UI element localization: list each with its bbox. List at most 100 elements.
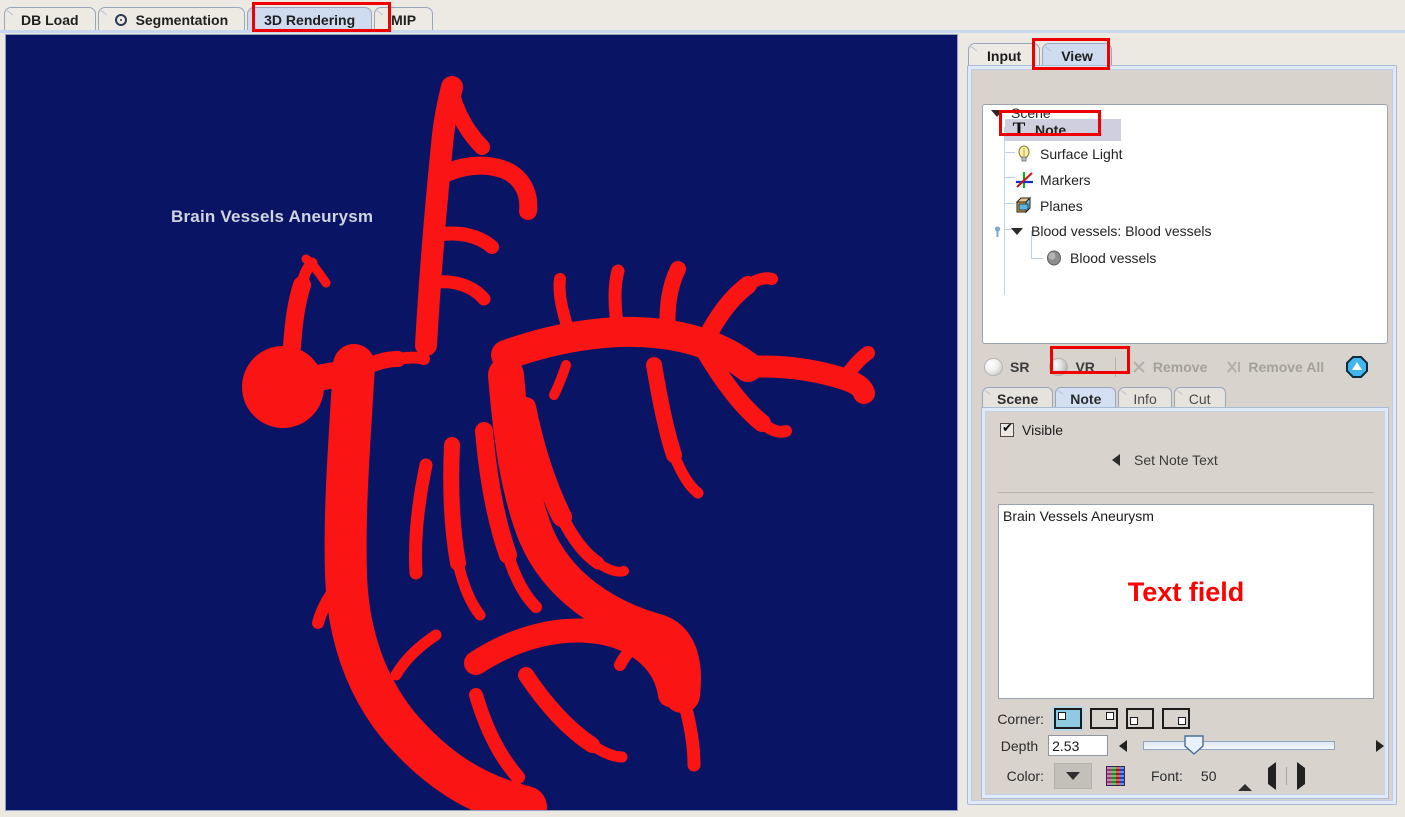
visible-checkbox[interactable]: [1000, 421, 1014, 437]
depth-slider-track: [1142, 741, 1335, 750]
tree-item-planes-label: Planes: [1040, 198, 1083, 214]
tree-line: [1031, 258, 1043, 259]
tree-item-planes[interactable]: Planes: [1015, 196, 1083, 215]
color-font-row: Color: Font: 50: [986, 762, 1386, 791]
remove-all-label: Remove All: [1248, 359, 1325, 375]
export-button[interactable]: [1346, 356, 1368, 378]
close-icon: [1132, 360, 1146, 374]
tab-corner-nub: [1038, 45, 1052, 59]
render-viewport[interactable]: Brain Vessels Aneurysm: [5, 34, 958, 811]
tab-segmentation[interactable]: Segmentation: [93, 7, 246, 32]
tree-line: [1004, 177, 1015, 178]
tree-item-markers[interactable]: Markers: [1015, 171, 1091, 189]
set-note-text-button[interactable]: Set Note Text: [1112, 452, 1218, 468]
tab-segmentation-label: Segmentation: [135, 12, 229, 28]
tree-item-surface-light[interactable]: Surface Light: [1015, 145, 1123, 163]
tab-strip-underline: [0, 30, 1405, 33]
tab-3d-rendering-label: 3D Rendering: [264, 12, 356, 28]
depth-label: Depth: [1000, 737, 1039, 754]
corner-button-top-left[interactable]: [1052, 706, 1084, 731]
tab-input-label: Input: [987, 48, 1022, 64]
tree-line: [1004, 152, 1015, 153]
tab-corner-nub: [963, 45, 978, 59]
sr-label: SR: [1010, 359, 1030, 375]
right-panel: Input View Scene T Note Surface Light Ma…: [962, 34, 1400, 811]
tab-3d-rendering[interactable]: 3D Rendering: [242, 7, 373, 32]
font-label: Font:: [1151, 768, 1183, 784]
corner-label: Corner:: [997, 710, 1044, 727]
tab-note-label: Note: [1070, 391, 1102, 407]
color-label: Color:: [1006, 768, 1044, 784]
volume-rendering-icon: [1049, 358, 1069, 376]
visible-checkbox-row[interactable]: Visible: [1000, 421, 1063, 438]
tab-cut-label: Cut: [1188, 391, 1211, 407]
font-size-value[interactable]: 50: [1201, 768, 1217, 784]
scene-toolbar: SR VR Remove Remove All: [984, 353, 1388, 381]
viewport-canvas[interactable]: Brain Vessels Aneurysm: [6, 35, 957, 810]
visible-label: Visible: [1022, 422, 1063, 438]
close-all-icon: [1227, 360, 1241, 374]
surface-blob-icon: [1045, 249, 1063, 267]
vr-button[interactable]: VR: [1049, 358, 1095, 376]
chevron-down-icon[interactable]: [991, 107, 1004, 120]
tab-info-label: Info: [1133, 391, 1157, 407]
tree-item-note[interactable]: T Note: [1010, 120, 1066, 139]
note-text-field[interactable]: Brain Vessels Aneurysm Text field: [998, 504, 1374, 699]
chevron-down-icon[interactable]: [1011, 225, 1024, 238]
tab-mip[interactable]: MIP: [369, 7, 434, 32]
remove-label: Remove: [1152, 359, 1208, 375]
remove-button[interactable]: Remove: [1132, 359, 1207, 375]
font-prev-button[interactable]: [1268, 762, 1277, 790]
depth-input[interactable]: 2.53: [1048, 735, 1109, 756]
upload-octagon-icon: [1346, 356, 1368, 378]
depth-increment-button[interactable]: [1373, 739, 1386, 752]
corner-row: Corner:: [986, 706, 1386, 731]
remove-all-button[interactable]: Remove All: [1227, 359, 1324, 375]
corner-button-top-right[interactable]: [1090, 708, 1118, 729]
corner-button-bottom-left[interactable]: [1126, 708, 1154, 729]
tree-item-blood-vessels-label: Blood vessels: [1070, 250, 1157, 266]
tree-item-blood-vessels-group[interactable]: Blood vessels: Blood vessels: [991, 223, 1212, 239]
view-panel-frame: Scene T Note Surface Light Markers Plane…: [967, 65, 1397, 805]
set-note-text-label: Set Note Text: [1134, 452, 1218, 468]
top-tab-bar: DB Load Segmentation 3D Rendering MIP: [0, 0, 1405, 33]
corner-marker: [1178, 717, 1186, 725]
vr-label: VR: [1075, 359, 1095, 375]
tab-corner-nub: [1114, 389, 1127, 402]
tree-item-blood-vessels[interactable]: Blood vessels: [1045, 249, 1156, 267]
sr-button[interactable]: SR: [984, 358, 1029, 376]
font-next-button[interactable]: [1297, 762, 1306, 790]
note-text-value: Brain Vessels Aneurysm: [1003, 508, 1154, 524]
arrow-left-icon: [1118, 739, 1127, 752]
tab-scene-label: Scene: [997, 391, 1039, 407]
corner-marker: [1130, 717, 1138, 725]
tree-item-markers-label: Markers: [1040, 172, 1091, 188]
scene-tree[interactable]: Scene T Note Surface Light Markers Plane…: [982, 104, 1388, 344]
tab-corner-nub: [1051, 389, 1064, 402]
corner-button-bottom-right[interactable]: [1162, 708, 1190, 729]
depth-decrement-button[interactable]: [1116, 739, 1129, 752]
depth-slider[interactable]: [1142, 735, 1335, 755]
axes-markers-icon: [1015, 171, 1033, 189]
color-palette-icon[interactable]: [1106, 766, 1125, 786]
text-field-annotation: Text field: [1127, 577, 1245, 607]
toolbar-divider: [1114, 357, 1116, 377]
corner-marker: [1058, 712, 1066, 720]
tree-item-surface-light-label: Surface Light: [1040, 146, 1123, 162]
view-panel-body: Scene T Note Surface Light Markers Plane…: [971, 69, 1393, 801]
font-size-up-button[interactable]: [1238, 768, 1253, 791]
tab-mip-label: MIP: [391, 12, 417, 28]
depth-row: Depth 2.53: [986, 735, 1386, 756]
arrow-left-icon[interactable]: [1112, 454, 1120, 466]
control-divider: [1286, 767, 1288, 785]
color-dropdown-button[interactable]: [1054, 763, 1092, 789]
top-tabs: DB Load Segmentation 3D Rendering MIP: [0, 4, 435, 32]
panel-divider: [998, 492, 1374, 493]
view-tab-row: Input View: [963, 38, 1114, 68]
tab-corner-nub: [1170, 389, 1183, 402]
application-window: DB Load Segmentation 3D Rendering MIP Br…: [0, 0, 1405, 817]
depth-slider-thumb[interactable]: [1183, 735, 1205, 755]
tab-db-load[interactable]: DB Load: [0, 7, 96, 32]
note-properties-panel: Visible Set Note Text Brain Vessels Aneu…: [981, 407, 1389, 799]
note-properties-body: Visible Set Note Text Brain Vessels Aneu…: [985, 411, 1385, 795]
